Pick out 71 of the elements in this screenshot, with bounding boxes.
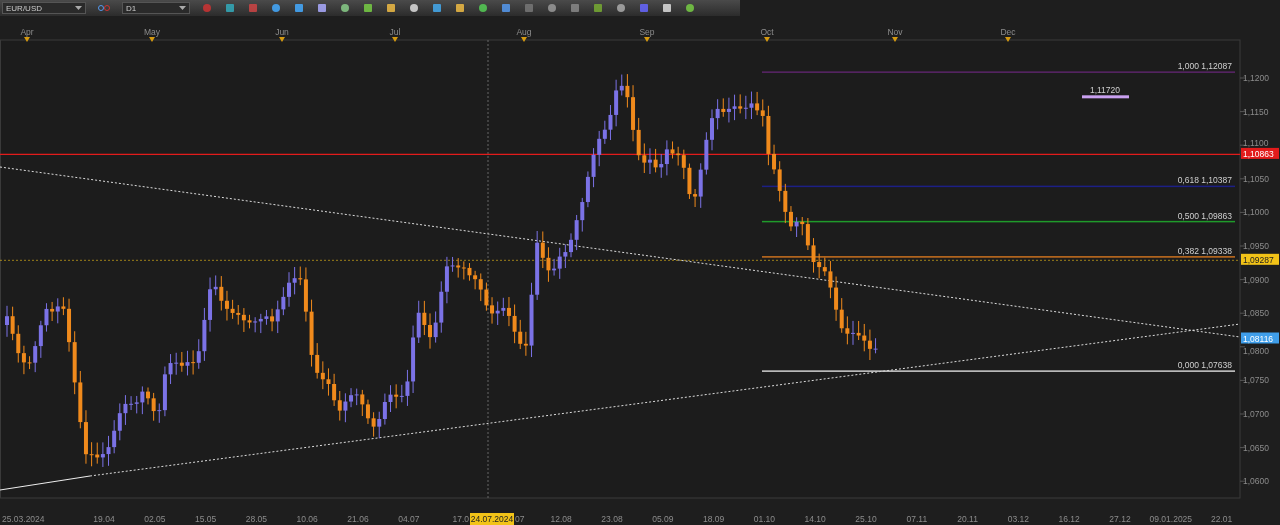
price-axis-label: 1,0900 xyxy=(1243,274,1269,285)
date-axis-label: 23.08 xyxy=(601,514,623,524)
date-axis-label: 15.05 xyxy=(194,514,217,524)
date-axis-label: 25.10 xyxy=(855,514,877,524)
date-axis-label: 27.12 xyxy=(1109,514,1131,524)
month-marker-icon xyxy=(644,37,650,42)
price-marker-label: 1,11720 xyxy=(1089,84,1121,95)
price-badge: 1,08116 xyxy=(1241,332,1279,344)
price-badge: 1,10863 xyxy=(1241,147,1279,159)
month-label: Jul xyxy=(389,27,401,37)
month-label: Aug xyxy=(516,27,532,37)
date-axis-label: 07 xyxy=(515,514,525,524)
month-marker-icon xyxy=(149,37,155,42)
fibonacci-label: 0,618 1,10387 xyxy=(1177,175,1232,186)
date-axis-label: 17.0 xyxy=(452,514,469,524)
month-label: Apr xyxy=(20,27,34,37)
date-axis-label: 16.12 xyxy=(1058,514,1080,524)
month-marker-icon xyxy=(521,37,527,42)
timeframe-dropdown[interactable]: D1 xyxy=(122,2,190,14)
date-axis-label: 09.01.2025 xyxy=(1149,514,1193,524)
date-axis-label: 12.08 xyxy=(550,514,572,524)
date-axis-label: 10.06 xyxy=(296,514,318,524)
fibonacci-label: 0,000 1,07638 xyxy=(1177,360,1232,371)
symbol-dropdown[interactable]: EUR/USD xyxy=(2,2,86,14)
date-axis-label: 01.10 xyxy=(753,514,776,524)
link-icon[interactable] xyxy=(97,2,111,14)
price-axis-label: 1,0950 xyxy=(1243,241,1269,251)
month-marker-icon xyxy=(392,37,398,42)
price-axis-label: 1,0700 xyxy=(1243,409,1269,419)
date-axis-label: 18.09 xyxy=(702,514,725,524)
date-axis-label: 04.07 xyxy=(398,514,420,524)
date-axis-label: 28.05 xyxy=(245,514,268,524)
price-marker-line xyxy=(1082,95,1129,99)
month-marker-icon xyxy=(279,37,285,42)
month-label: May xyxy=(143,27,161,37)
date-axis-label: 02.05 xyxy=(144,514,166,524)
month-label: Dec xyxy=(1000,27,1016,37)
fibonacci-label: 0,382 1,09338 xyxy=(1177,245,1232,256)
date-axis-label: 21.06 xyxy=(347,514,369,524)
price-axis-label: 1,0600 xyxy=(1243,476,1269,487)
month-label: Oct xyxy=(760,27,774,37)
fibonacci-label: 1,000 1,12087 xyxy=(1177,61,1232,72)
fibonacci-label: 0,500 1,09863 xyxy=(1177,210,1232,221)
month-label: Jun xyxy=(275,27,289,37)
date-axis-label: 19.04 xyxy=(93,514,115,524)
price-axis-label: 1,0800 xyxy=(1243,345,1269,356)
price-axis-label: 1,0650 xyxy=(1243,442,1269,453)
price-axis-label: 1,0750 xyxy=(1243,375,1269,386)
caret-icon xyxy=(75,6,82,10)
month-marker-icon xyxy=(764,37,770,42)
month-marker-icon xyxy=(1005,37,1011,42)
date-axis-label: 20.11 xyxy=(957,514,978,524)
price-axis-label: 1,1100 xyxy=(1243,137,1269,148)
date-axis-label: 25.03.2024 xyxy=(2,514,45,524)
price-axis-label: 1,1200 xyxy=(1243,73,1269,83)
date-axis-label: 05.09 xyxy=(652,514,674,524)
price-badge: 1,09287 xyxy=(1241,253,1279,265)
month-label: Nov xyxy=(887,27,903,37)
price-axis-label: 1,1000 xyxy=(1243,207,1269,218)
date-axis-label: 14.10 xyxy=(804,514,826,524)
caret-icon xyxy=(179,6,186,10)
date-axis-label: 03.12 xyxy=(1007,514,1030,524)
month-marker-icon xyxy=(892,37,898,42)
price-axis-label: 1,0850 xyxy=(1243,308,1269,319)
price-axis-label: 1,1150 xyxy=(1243,106,1269,117)
cursor-date-badge: 24.07.2024 xyxy=(470,513,514,525)
price-axis-label: 1,1050 xyxy=(1243,173,1269,184)
date-axis-label: 07.11 xyxy=(906,514,928,524)
date-axis-label: 22.01 xyxy=(1210,514,1233,524)
month-label: Sep xyxy=(639,27,655,37)
month-marker-icon xyxy=(24,37,30,42)
